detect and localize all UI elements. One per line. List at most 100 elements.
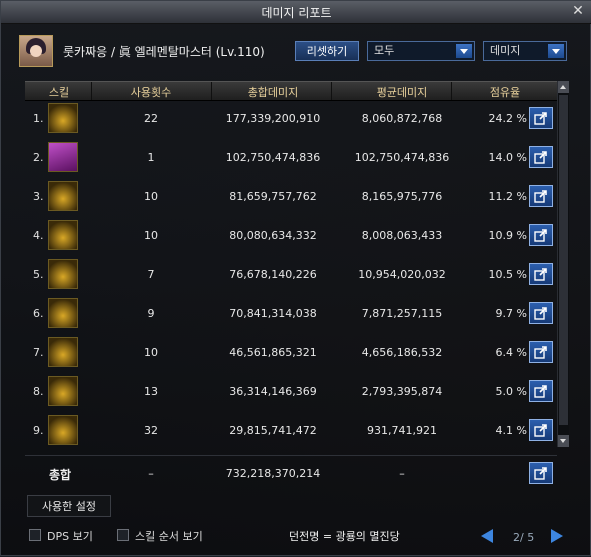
share-row-button[interactable] (529, 380, 553, 402)
row-uses: 1 (147, 151, 155, 164)
row-uses: 22 (144, 112, 158, 125)
scroll-down-arrow-icon[interactable] (558, 435, 569, 447)
tab-used-settings[interactable]: 사용한 설정 (27, 495, 111, 517)
row-total-damage: 36,314,146,369 (229, 385, 317, 398)
lightning-bolt-icon (48, 259, 78, 289)
row-avg-damage: 2,793,395,874 (361, 385, 443, 398)
share-icon (534, 151, 547, 164)
reset-button[interactable]: 리셋하기 (295, 41, 359, 61)
share-icon (534, 467, 547, 480)
dps-label: DPS 보기 (47, 530, 93, 543)
dungeon-name: 던전명 = 광룡의 멸진당 (289, 530, 400, 543)
filter-dropdown-value: 모두 (374, 44, 395, 57)
damage-report-window: 데미지 리포트 ✕ 룻카짜응 / 眞 엘레멘탈마스터 (Lv.110) 리셋하기… (0, 0, 591, 556)
row-rank: 2. (33, 151, 44, 164)
scroll-up-arrow-icon[interactable] (558, 81, 569, 93)
share-icon (534, 268, 547, 281)
row-total-damage: 46,561,865,321 (229, 346, 317, 359)
filter-dropdown[interactable]: 모두 (367, 41, 475, 61)
row-uses: 10 (144, 229, 158, 242)
dps-checkbox[interactable] (29, 529, 41, 541)
scroll-thumb[interactable] (559, 95, 568, 425)
pillar-icon (48, 337, 78, 367)
page-prev-icon[interactable] (481, 529, 493, 543)
row-avg-damage: 8,060,872,768 (361, 112, 443, 125)
share-row-button[interactable] (529, 341, 553, 363)
metric-dropdown[interactable]: 데미지 (483, 41, 567, 61)
skill-damage-table: 스킬 사용횟수 총합데미지 평균데미지 점유율 1. 22 177,339,200,… (25, 81, 557, 451)
row-uses: 9 (147, 307, 155, 320)
row-avg-damage: 931,741,921 (367, 424, 437, 437)
row-share: 4.1 % (495, 424, 527, 437)
chevron-down-icon[interactable] (456, 44, 472, 58)
row-total-damage: 76,678,140,226 (229, 268, 317, 281)
table-row: 7. 10 46,561,865,321 4,656,186,532 6.4 % (25, 335, 557, 371)
share-icon (534, 385, 547, 398)
share-row-button[interactable] (529, 185, 553, 207)
col-avg: 평균데미지 (376, 86, 428, 99)
table-row: 8. 13 36,314,146,369 2,793,395,874 5.0 % (25, 374, 557, 410)
row-total-damage: 177,339,200,910 (225, 112, 321, 125)
row-rank: 1. (33, 112, 44, 125)
row-share: 5.0 % (495, 385, 527, 398)
chevron-down-icon[interactable] (548, 44, 564, 58)
crystal-burst-icon (48, 220, 78, 250)
table-header: 스킬 사용횟수 총합데미지 평균데미지 점유율 (25, 81, 557, 101)
col-skill: 스킬 (48, 86, 70, 99)
fire-pillar-icon (48, 415, 78, 445)
meteor-icon (48, 181, 78, 211)
row-rank: 4. (33, 229, 44, 242)
row-avg-damage: 4,656,186,532 (361, 346, 443, 359)
total-damage: 732,218,370,214 (225, 467, 321, 480)
page-indicator: 2/ 5 (513, 531, 535, 544)
row-avg-damage: 102,750,474,836 (354, 151, 450, 164)
share-row-button[interactable] (529, 224, 553, 246)
table-row: 4. 10 80,080,634,332 8,008,063,433 10.9 % (25, 218, 557, 254)
row-avg-damage: 10,954,020,032 (358, 268, 446, 281)
title-bar[interactable]: 데미지 리포트 ✕ (1, 1, 591, 24)
row-share: 9.7 % (495, 307, 527, 320)
share-row-button[interactable] (529, 107, 553, 129)
row-uses: 32 (144, 424, 158, 437)
row-avg-damage: 8,008,063,433 (361, 229, 443, 242)
share-row-button[interactable] (529, 419, 553, 441)
col-total: 총합데미지 (247, 86, 299, 99)
total-row: 총합 – 732,218,370,214 – (25, 455, 557, 490)
row-uses: 10 (144, 346, 158, 359)
magic-circle-icon (48, 142, 78, 172)
table-row: 3. 10 81,659,757,762 8,165,975,776 11.2 % (25, 179, 557, 215)
row-rank: 7. (33, 346, 44, 359)
row-total-damage: 80,080,634,332 (229, 229, 317, 242)
table-row: 2. 1 102,750,474,836 102,750,474,836 14.0 % (25, 140, 557, 176)
row-share: 24.2 % (488, 112, 527, 125)
flame-wave-icon (48, 103, 78, 133)
table-row: 6. 9 70,841,314,038 7,871,257,115 9.7 % (25, 296, 557, 332)
row-total-damage: 81,659,757,762 (229, 190, 317, 203)
share-icon (534, 424, 547, 437)
share-total-button[interactable] (529, 462, 553, 484)
golden-bloom-icon (48, 376, 78, 406)
row-rank: 3. (33, 190, 44, 203)
col-uses: 사용횟수 (130, 86, 172, 99)
row-uses: 13 (144, 385, 158, 398)
page-next-icon[interactable] (551, 529, 563, 543)
row-share: 11.2 % (488, 190, 527, 203)
row-share: 10.5 % (488, 268, 527, 281)
row-uses: 7 (147, 268, 155, 281)
row-share: 10.9 % (488, 229, 527, 242)
share-icon (534, 190, 547, 203)
row-total-damage: 29,815,741,472 (229, 424, 317, 437)
skill-order-checkbox[interactable] (117, 529, 129, 541)
share-row-button[interactable] (529, 302, 553, 324)
table-scrollbar[interactable] (557, 81, 569, 447)
total-uses: – (148, 467, 154, 480)
share-icon (534, 112, 547, 125)
character-name: 룻카짜응 / 眞 엘레멘탈마스터 (Lv.110) (63, 45, 265, 59)
share-row-button[interactable] (529, 146, 553, 168)
share-row-button[interactable] (529, 263, 553, 285)
table-row: 5. 7 76,678,140,226 10,954,020,032 10.5 % (25, 257, 557, 293)
row-avg-damage: 8,165,975,776 (361, 190, 443, 203)
share-icon (534, 307, 547, 320)
close-icon[interactable]: ✕ (570, 3, 586, 19)
metric-dropdown-value: 데미지 (490, 44, 521, 57)
